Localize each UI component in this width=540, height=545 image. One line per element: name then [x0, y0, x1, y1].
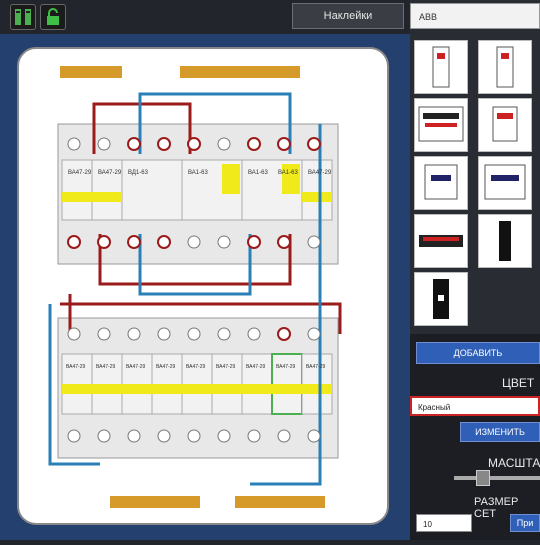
svg-text:ВА47-29: ВА47-29	[306, 364, 326, 370]
svg-text:ВА47-29: ВА47-29	[246, 364, 266, 370]
add-button[interactable]: ДОБАВИТЬ	[416, 342, 540, 364]
color-input[interactable]: Красный	[410, 396, 540, 416]
unlock-icon[interactable]	[40, 4, 66, 30]
scale-title: МАСШТАБ	[488, 456, 540, 470]
component-1p-breaker-thumb-2[interactable]	[478, 40, 532, 94]
svg-text:ВА47-29: ВА47-29	[98, 170, 122, 176]
component-black-block-thumb[interactable]	[414, 272, 468, 326]
top-module-row	[61, 159, 333, 221]
svg-text:ВА47-29: ВА47-29	[186, 364, 206, 370]
component-busbar-thumb[interactable]	[414, 214, 468, 268]
svg-text:ВА1-63: ВА1-63	[248, 170, 268, 176]
scale-slider-handle[interactable]	[476, 470, 490, 486]
apply-button[interactable]: При	[510, 514, 540, 532]
scale-slider[interactable]	[454, 476, 540, 480]
component-1p-breaker-thumb[interactable]	[414, 40, 468, 94]
sticker-sheet-icon[interactable]	[10, 4, 36, 30]
change-button[interactable]: ИЗМЕНИТЬ	[460, 422, 540, 442]
component-rcd-thumb-2[interactable]	[478, 156, 532, 210]
svg-text:ВД1-63: ВД1-63	[128, 170, 149, 176]
electrical-panel-drawing: ВА47-29 ВА47-29 ВД1-63 ВА1-63 ВА1-63 ВА1…	[17, 47, 389, 525]
controls-area: ДОБАВИТЬ ЦВЕТ Красный ИЗМЕНИТЬ МАСШТАБ Р…	[410, 334, 540, 540]
component-terminal-thumb[interactable]	[478, 214, 532, 268]
net-size-input[interactable]: 10	[416, 514, 472, 532]
component-4p-breaker-thumb[interactable]	[414, 98, 468, 152]
svg-text:ВА1-63: ВА1-63	[188, 170, 208, 176]
svg-text:ВА47-29: ВА47-29	[276, 364, 296, 370]
svg-text:ВА47-29: ВА47-29	[96, 364, 116, 370]
component-rcd-thumb[interactable]	[414, 156, 468, 210]
panel-canvas: ВА47-29 ВА47-29 ВД1-63 ВА1-63 ВА1-63 ВА1…	[0, 34, 410, 540]
svg-text:ВА47-29: ВА47-29	[308, 170, 332, 176]
component-2p-breaker-thumb[interactable]	[478, 98, 532, 152]
bottom-module-row	[61, 353, 333, 415]
top-toolbar: Наклейки	[0, 0, 410, 34]
brand-select[interactable]: ABB	[410, 3, 540, 29]
svg-text:ВА47-29: ВА47-29	[68, 170, 92, 176]
svg-text:ВА47-29: ВА47-29	[216, 364, 236, 370]
stickers-button[interactable]: Наклейки	[292, 3, 404, 29]
svg-text:ВА47-29: ВА47-29	[126, 364, 146, 370]
svg-text:ВА47-29: ВА47-29	[66, 364, 86, 370]
svg-text:ВА1-63: ВА1-63	[278, 170, 298, 176]
color-title: ЦВЕТ	[502, 376, 535, 390]
svg-text:ВА47-29: ВА47-29	[156, 364, 176, 370]
